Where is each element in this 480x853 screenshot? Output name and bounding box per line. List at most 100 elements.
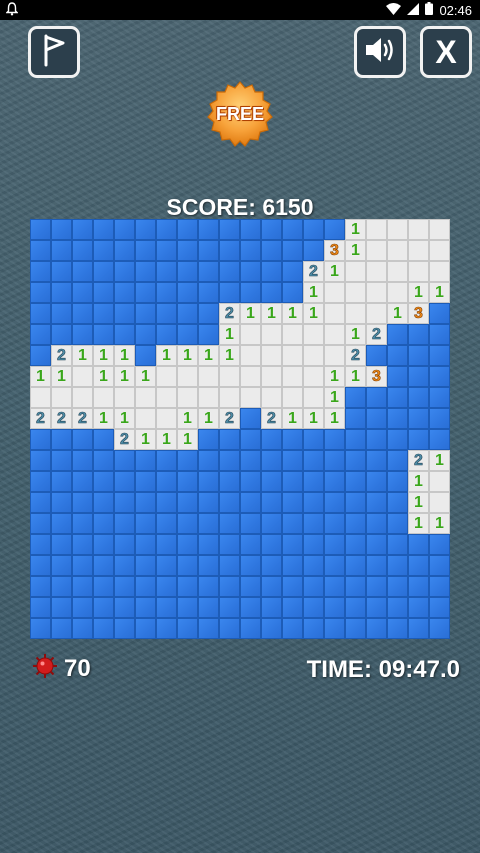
- hidden-tile[interactable]: [429, 303, 450, 324]
- hidden-tile[interactable]: [198, 450, 219, 471]
- hidden-tile[interactable]: [114, 555, 135, 576]
- hidden-tile[interactable]: [114, 471, 135, 492]
- hidden-tile[interactable]: [30, 282, 51, 303]
- hidden-tile[interactable]: [177, 513, 198, 534]
- hidden-tile[interactable]: [366, 513, 387, 534]
- hidden-tile[interactable]: [156, 303, 177, 324]
- number-tile[interactable]: 1: [408, 282, 429, 303]
- hidden-tile[interactable]: [366, 450, 387, 471]
- hidden-tile[interactable]: [387, 597, 408, 618]
- hidden-tile[interactable]: [408, 408, 429, 429]
- hidden-tile[interactable]: [324, 429, 345, 450]
- hidden-tile[interactable]: [156, 576, 177, 597]
- hidden-tile[interactable]: [219, 534, 240, 555]
- hidden-tile[interactable]: [345, 576, 366, 597]
- hidden-tile[interactable]: [303, 219, 324, 240]
- number-tile[interactable]: 3: [366, 366, 387, 387]
- number-tile[interactable]: 1: [345, 366, 366, 387]
- hidden-tile[interactable]: [30, 324, 51, 345]
- hidden-tile[interactable]: [261, 282, 282, 303]
- hidden-tile[interactable]: [93, 240, 114, 261]
- revealed-tile[interactable]: [114, 387, 135, 408]
- hidden-tile[interactable]: [387, 513, 408, 534]
- hidden-tile[interactable]: [282, 576, 303, 597]
- hidden-tile[interactable]: [429, 387, 450, 408]
- hidden-tile[interactable]: [408, 618, 429, 639]
- revealed-tile[interactable]: [324, 345, 345, 366]
- hidden-tile[interactable]: [30, 303, 51, 324]
- hidden-tile[interactable]: [387, 471, 408, 492]
- revealed-tile[interactable]: [93, 387, 114, 408]
- hidden-tile[interactable]: [135, 555, 156, 576]
- hidden-tile[interactable]: [156, 471, 177, 492]
- number-tile[interactable]: 1: [345, 240, 366, 261]
- hidden-tile[interactable]: [30, 261, 51, 282]
- number-tile[interactable]: 1: [345, 324, 366, 345]
- number-tile[interactable]: 1: [135, 366, 156, 387]
- hidden-tile[interactable]: [177, 324, 198, 345]
- hidden-tile[interactable]: [177, 261, 198, 282]
- revealed-tile[interactable]: [366, 219, 387, 240]
- hidden-tile[interactable]: [93, 513, 114, 534]
- hidden-tile[interactable]: [177, 471, 198, 492]
- hidden-tile[interactable]: [429, 534, 450, 555]
- hidden-tile[interactable]: [93, 429, 114, 450]
- number-tile[interactable]: 1: [387, 303, 408, 324]
- hidden-tile[interactable]: [198, 534, 219, 555]
- hidden-tile[interactable]: [51, 429, 72, 450]
- hidden-tile[interactable]: [282, 618, 303, 639]
- hidden-tile[interactable]: [345, 555, 366, 576]
- hidden-tile[interactable]: [282, 597, 303, 618]
- hidden-tile[interactable]: [177, 282, 198, 303]
- hidden-tile[interactable]: [114, 576, 135, 597]
- hidden-tile[interactable]: [72, 534, 93, 555]
- hidden-tile[interactable]: [135, 450, 156, 471]
- revealed-tile[interactable]: [282, 366, 303, 387]
- hidden-tile[interactable]: [198, 240, 219, 261]
- number-tile[interactable]: 1: [51, 366, 72, 387]
- hidden-tile[interactable]: [303, 471, 324, 492]
- hidden-tile[interactable]: [429, 597, 450, 618]
- hidden-tile[interactable]: [387, 408, 408, 429]
- hidden-tile[interactable]: [30, 534, 51, 555]
- revealed-tile[interactable]: [261, 387, 282, 408]
- hidden-tile[interactable]: [240, 408, 261, 429]
- hidden-tile[interactable]: [135, 492, 156, 513]
- hidden-tile[interactable]: [303, 492, 324, 513]
- revealed-tile[interactable]: [282, 387, 303, 408]
- hidden-tile[interactable]: [387, 429, 408, 450]
- hidden-tile[interactable]: [177, 576, 198, 597]
- hidden-tile[interactable]: [135, 219, 156, 240]
- hidden-tile[interactable]: [324, 534, 345, 555]
- hidden-tile[interactable]: [114, 240, 135, 261]
- number-tile[interactable]: 1: [177, 429, 198, 450]
- hidden-tile[interactable]: [198, 303, 219, 324]
- hidden-tile[interactable]: [30, 219, 51, 240]
- hidden-tile[interactable]: [51, 261, 72, 282]
- hidden-tile[interactable]: [135, 576, 156, 597]
- number-tile[interactable]: 2: [30, 408, 51, 429]
- hidden-tile[interactable]: [261, 219, 282, 240]
- number-tile[interactable]: 1: [324, 387, 345, 408]
- hidden-tile[interactable]: [261, 429, 282, 450]
- revealed-tile[interactable]: [408, 261, 429, 282]
- number-tile[interactable]: 1: [429, 450, 450, 471]
- hidden-tile[interactable]: [72, 597, 93, 618]
- revealed-tile[interactable]: [345, 303, 366, 324]
- revealed-tile[interactable]: [366, 261, 387, 282]
- hidden-tile[interactable]: [219, 450, 240, 471]
- hidden-tile[interactable]: [30, 471, 51, 492]
- hidden-tile[interactable]: [135, 345, 156, 366]
- hidden-tile[interactable]: [366, 534, 387, 555]
- hidden-tile[interactable]: [219, 513, 240, 534]
- hidden-tile[interactable]: [387, 492, 408, 513]
- hidden-tile[interactable]: [51, 492, 72, 513]
- hidden-tile[interactable]: [198, 576, 219, 597]
- revealed-tile[interactable]: [303, 345, 324, 366]
- hidden-tile[interactable]: [51, 282, 72, 303]
- hidden-tile[interactable]: [51, 576, 72, 597]
- hidden-tile[interactable]: [156, 534, 177, 555]
- hidden-tile[interactable]: [93, 282, 114, 303]
- revealed-tile[interactable]: [156, 387, 177, 408]
- hidden-tile[interactable]: [198, 597, 219, 618]
